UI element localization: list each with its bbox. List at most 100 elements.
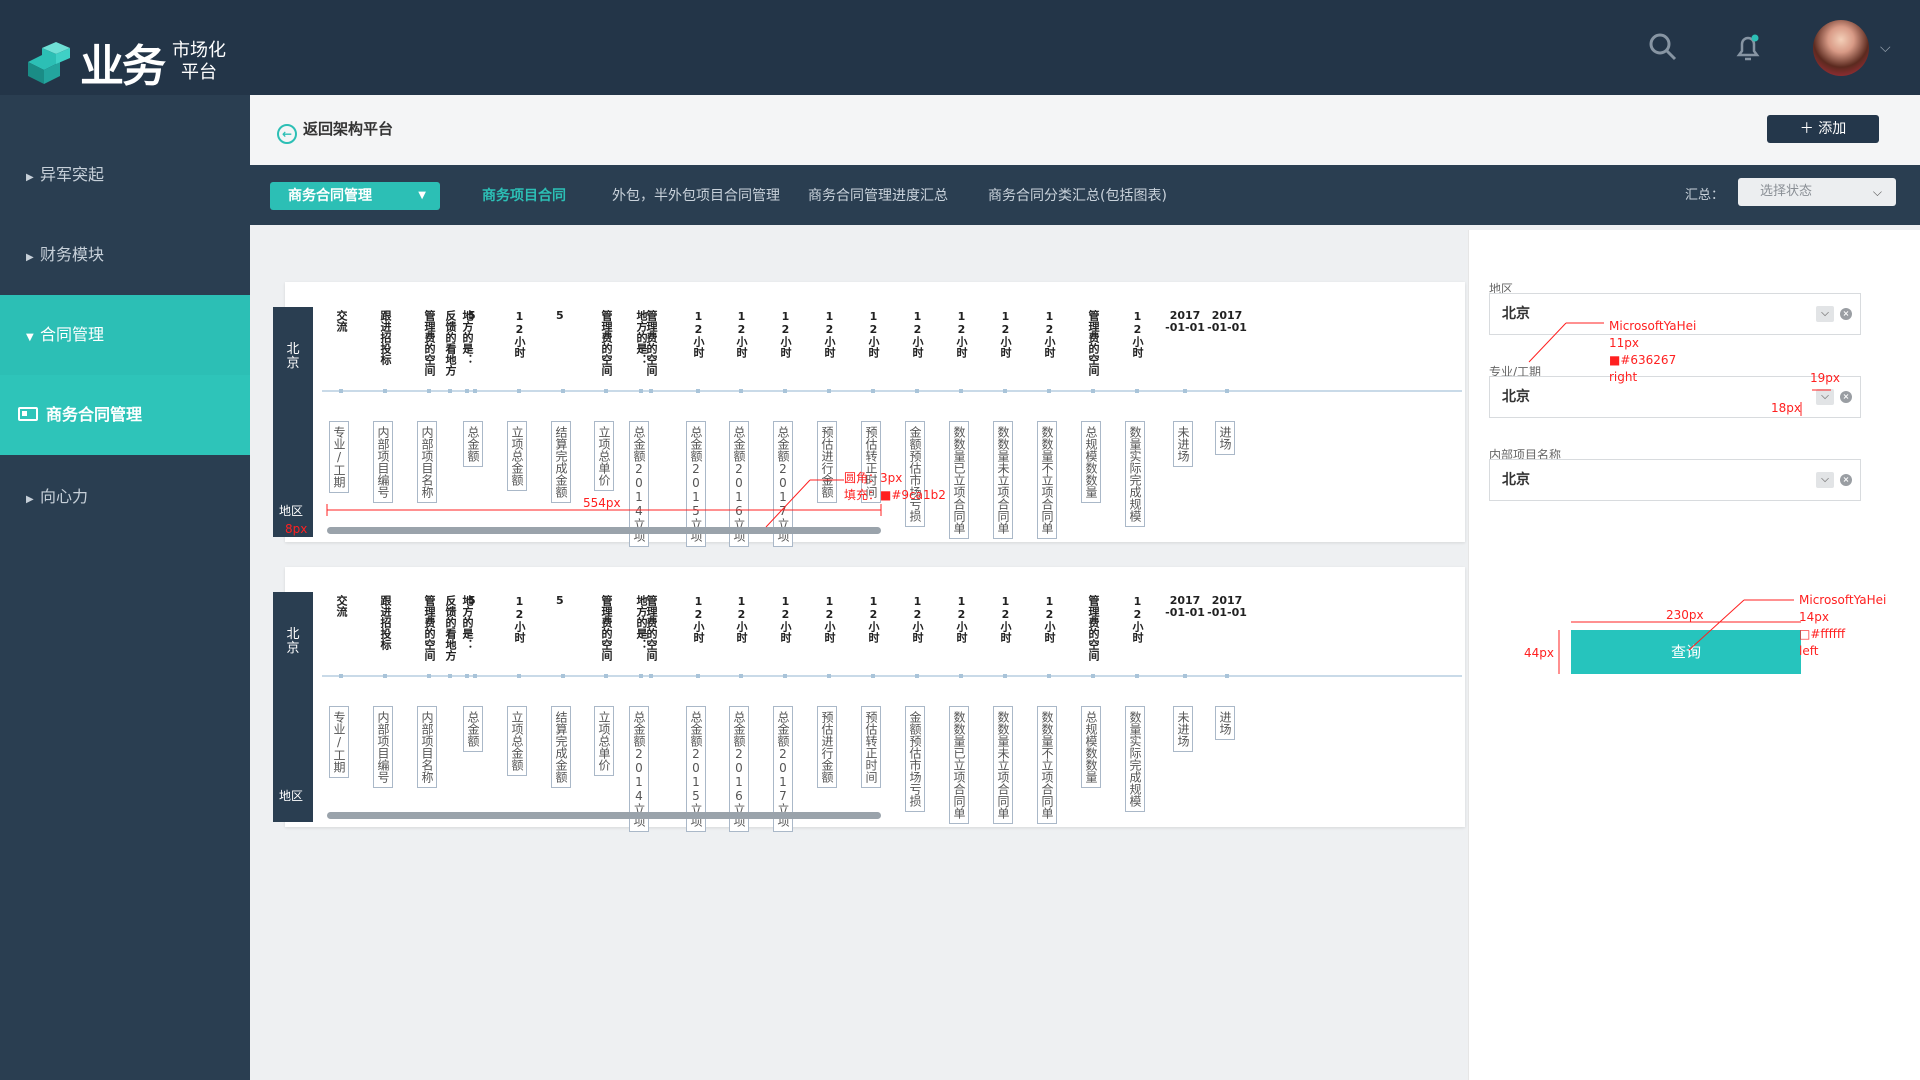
timeline-box[interactable]: 预估进行金额	[817, 421, 837, 503]
timeline-box[interactable]: 金额预估市场亏损	[905, 706, 925, 812]
column-header: 2017 -01-01	[1165, 594, 1205, 619]
tab-business-project[interactable]: 商务项目合同	[482, 182, 566, 210]
timeline-tick	[827, 674, 831, 678]
timeline-box[interactable]: 内部项目名称	[417, 421, 437, 503]
sidebar-item-contract[interactable]: ▼ 合同管理	[0, 295, 250, 375]
timeline-box[interactable]: 立项总金额	[507, 706, 527, 776]
project-select[interactable]: 北京 ⌵ ×	[1489, 459, 1861, 501]
timeline-box[interactable]: 数数量未立项合同单	[993, 706, 1013, 824]
sidebar-item-5[interactable]: ▶ 向心力	[0, 457, 250, 537]
timeline-tick	[739, 389, 743, 393]
horizontal-scrollbar[interactable]	[327, 527, 881, 534]
column-header: 12小时	[999, 595, 1012, 643]
timeline-tick	[871, 674, 875, 678]
column-header: 管理费的空间	[645, 595, 658, 661]
caret-right-icon: ▶	[26, 172, 34, 183]
timeline-box[interactable]: 数数量已立项合同单	[949, 421, 969, 539]
back-link[interactable]: ← 返回架构平台	[277, 118, 393, 144]
timeline-box[interactable]: 立项总单价	[594, 421, 614, 491]
timeline-box[interactable]: 专业/工期	[329, 706, 349, 778]
timeline-box[interactable]: 数数量不立项合同单	[1037, 421, 1057, 539]
chevron-down-icon[interactable]: ⌵	[1816, 306, 1834, 322]
column-header: 12小时	[911, 310, 924, 358]
timeline-box[interactable]: 内部项目名称	[417, 706, 437, 788]
timeline-box[interactable]: 立项总金额	[507, 421, 527, 491]
logo-icon	[28, 42, 70, 84]
add-button[interactable]: ＋ 添加	[1767, 115, 1879, 143]
timeline-box[interactable]: 数量实际完成规模	[1125, 706, 1145, 812]
timeline-tick	[427, 389, 431, 393]
timeline-box[interactable]: 结算完成金额	[551, 421, 571, 503]
tab-category-summary[interactable]: 商务合同分类汇总(包括图表)	[988, 182, 1167, 210]
sidebar-item-1[interactable]: ▶ 异军突起	[0, 135, 250, 215]
column-header: 12小时	[1043, 310, 1056, 358]
clear-icon[interactable]: ×	[1840, 308, 1852, 320]
tab-select[interactable]: 商务合同管理 ▼	[270, 182, 440, 210]
column-header: 12小时	[955, 310, 968, 358]
timeline-box[interactable]: 数数量未立项合同单	[993, 421, 1013, 539]
search-icon[interactable]	[1648, 32, 1678, 62]
timeline-tick	[1047, 389, 1051, 393]
timeline-box[interactable]: 立项总单价	[594, 706, 614, 776]
chevron-down-icon[interactable]: ⌵	[1816, 472, 1834, 488]
brand-sub-line1: 市场化	[172, 40, 226, 61]
sidebar-item-2[interactable]: ▶ 财务模块	[0, 215, 250, 295]
timeline-tick	[915, 674, 919, 678]
timeline-box[interactable]: 内部项目编号	[373, 421, 393, 503]
back-label: 返回架构平台	[303, 120, 394, 138]
column-header: 反馈的看地方	[444, 310, 457, 376]
project-value: 北京	[1502, 472, 1530, 488]
column-header: 12小时	[823, 310, 836, 358]
timeline-tick	[783, 389, 787, 393]
timeline-box[interactable]: 总规模数数量	[1081, 706, 1101, 788]
brand-sub: 市场化 平台	[172, 40, 226, 84]
bell-icon[interactable]	[1733, 32, 1763, 62]
timeline-box[interactable]: 预估进行金额	[817, 706, 837, 788]
column-header: 管理费的空间	[423, 310, 436, 376]
avatar[interactable]	[1813, 20, 1869, 76]
sidebar-item-business-contract[interactable]: 商务合同管理	[0, 375, 250, 455]
query-button[interactable]: 查询	[1571, 630, 1801, 674]
timeline-box[interactable]: 进场	[1215, 706, 1235, 740]
timeline-tick	[339, 674, 343, 678]
timeline-tick	[517, 389, 521, 393]
timeline-axis	[322, 390, 1462, 392]
timeline-box[interactable]: 未进场	[1173, 421, 1193, 467]
column-header: 交流	[335, 595, 348, 617]
timeline-box[interactable]: 专业/工期	[329, 421, 349, 493]
timeline-box[interactable]: 进场	[1215, 421, 1235, 455]
column-header: 12小时	[513, 310, 526, 358]
timeline-card: 北京 地区 交流 专业/工期 跟进招投标 内部项目编号 管理费的空间 内部项目名称 反馈的看…	[273, 567, 1465, 832]
caret-right-icon: ▶	[26, 252, 34, 263]
clear-icon[interactable]: ×	[1840, 391, 1852, 403]
status-select-placeholder: 选择状态	[1760, 184, 1813, 199]
chevron-down-icon[interactable]: ⌵	[1880, 40, 1891, 56]
timeline-tick	[1047, 674, 1051, 678]
timeline-box[interactable]: 内部项目编号	[373, 706, 393, 788]
column-header: 5	[468, 309, 476, 322]
timeline-box[interactable]: 总金额	[463, 706, 483, 752]
timeline-box[interactable]: 数数量不立项合同单	[1037, 706, 1057, 824]
timeline-box[interactable]: 未进场	[1173, 706, 1193, 752]
timeline-box[interactable]: 结算完成金额	[551, 706, 571, 788]
tab-progress-summary[interactable]: 商务合同管理进度汇总	[808, 182, 948, 210]
tab-outsource[interactable]: 外包，半外包项目合同管理	[612, 182, 780, 210]
timeline-box[interactable]: 数数量已立项合同单	[949, 706, 969, 824]
column-header: 管理费的空间	[1087, 310, 1100, 376]
timeline-tick	[561, 389, 565, 393]
timeline-box[interactable]: 预估转正时间	[861, 706, 881, 788]
status-select[interactable]: 选择状态 ⌵	[1738, 178, 1896, 206]
column-header: 管理费的空间	[645, 310, 658, 376]
horizontal-scrollbar[interactable]	[327, 812, 881, 819]
timeline-tick	[517, 674, 521, 678]
annotation-radius-fill: 圆角：3px 填充：■#9ca1b2	[844, 471, 946, 502]
timeline-tick	[383, 674, 387, 678]
chevron-down-icon[interactable]: ⌵	[1816, 389, 1834, 405]
timeline-box[interactable]: 总金额	[463, 421, 483, 467]
timeline-tick	[448, 674, 452, 678]
timeline-box[interactable]: 数量实际完成规模	[1125, 421, 1145, 527]
timeline-tick	[465, 389, 469, 393]
timeline-box[interactable]: 总规模数数量	[1081, 421, 1101, 503]
brand-sub-line2: 平台	[181, 62, 217, 83]
clear-icon[interactable]: ×	[1840, 474, 1852, 486]
